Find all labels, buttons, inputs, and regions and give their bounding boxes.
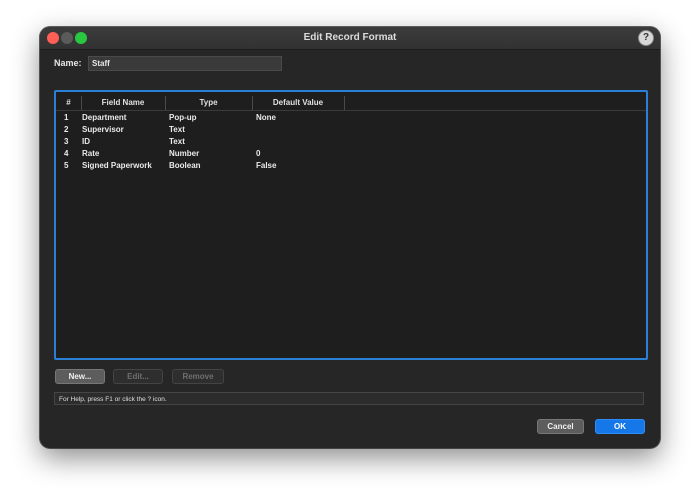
close-window-button[interactable]: [47, 32, 59, 44]
row-number: 4: [64, 149, 69, 158]
window-title: Edit Record Format: [303, 32, 397, 43]
row-number: 1: [64, 113, 69, 122]
row-number: 2: [64, 125, 69, 134]
ok-button[interactable]: OK: [595, 419, 645, 434]
column-header-type[interactable]: Type: [165, 96, 253, 110]
row-default-value: 0: [256, 149, 261, 158]
maximize-window-button[interactable]: [75, 32, 87, 44]
header-divider: [56, 110, 646, 111]
row-type: Boolean: [169, 161, 201, 170]
row-field-name: Rate: [82, 149, 100, 158]
table-row[interactable]: 3 ID Text: [56, 136, 646, 148]
row-field-name: Department: [82, 113, 127, 122]
table-row[interactable]: 1 Department Pop-up None: [56, 112, 646, 124]
row-default-value: None: [256, 113, 276, 122]
row-field-name: Supervisor: [82, 125, 124, 134]
title-bar[interactable]: Edit Record Format ?: [40, 27, 660, 50]
remove-field-button[interactable]: Remove: [172, 369, 224, 384]
fields-table[interactable]: # Field Name Type Default Value 1 Depart…: [54, 90, 648, 360]
row-type: Number: [169, 149, 200, 158]
name-label: Name:: [54, 58, 82, 68]
help-icon[interactable]: ?: [638, 30, 654, 46]
row-number: 3: [64, 137, 69, 146]
row-type: Pop-up: [169, 113, 197, 122]
table-row[interactable]: 4 Rate Number 0: [56, 148, 646, 160]
name-input[interactable]: Staff: [88, 56, 282, 71]
column-header-number[interactable]: #: [56, 96, 82, 110]
minimize-window-button[interactable]: [61, 32, 73, 44]
help-status-bar: For Help, press F1 or click the ? icon.: [54, 392, 644, 405]
row-type: Text: [169, 125, 185, 134]
cancel-button[interactable]: Cancel: [537, 419, 584, 434]
row-type: Text: [169, 137, 185, 146]
row-field-name: Signed Paperwork: [82, 161, 152, 170]
column-header-field-name[interactable]: Field Name: [81, 96, 166, 110]
edit-record-format-dialog: Edit Record Format ? Name: Staff # Field…: [40, 27, 660, 448]
table-row[interactable]: 5 Signed Paperwork Boolean False: [56, 160, 646, 172]
table-header: # Field Name Type Default Value: [56, 96, 646, 110]
edit-field-button[interactable]: Edit...: [113, 369, 163, 384]
table-row[interactable]: 2 Supervisor Text: [56, 124, 646, 136]
row-number: 5: [64, 161, 69, 170]
new-field-button[interactable]: New...: [55, 369, 105, 384]
row-default-value: False: [256, 161, 277, 170]
row-field-name: ID: [82, 137, 90, 146]
column-header-default-value[interactable]: Default Value: [252, 96, 345, 110]
